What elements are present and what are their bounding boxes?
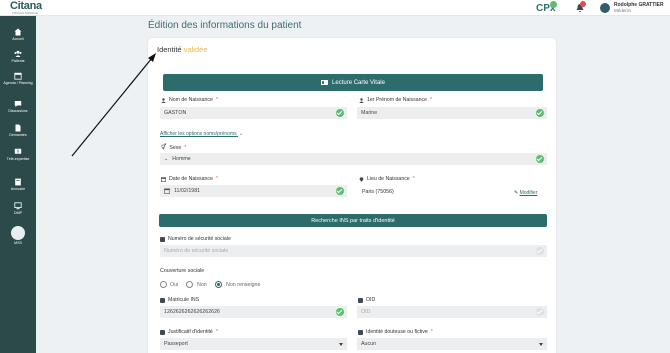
justificatif-select[interactable]: Passeport <box>160 338 347 350</box>
notification-badge <box>580 1 586 7</box>
sidebar-item-label: Demandes <box>9 133 27 137</box>
date-naissance-label: Date de Naissance * <box>161 176 218 182</box>
id-card-icon <box>358 329 363 335</box>
calendar-icon <box>164 188 170 194</box>
sidebar-item-demandes[interactable]: Demandes <box>0 124 36 137</box>
dmp-icon <box>14 202 22 210</box>
matricule-field[interactable]: 1262626262626262626 <box>160 306 347 318</box>
calendar-icon <box>14 72 22 80</box>
page-title: Édition des informations du patient <box>148 20 302 31</box>
avatar[interactable] <box>600 3 610 13</box>
sidebar-item-label: Discussions <box>8 109 28 113</box>
radio-oui[interactable] <box>160 281 167 288</box>
chevron-down-icon: ⌄ <box>164 156 169 162</box>
chat-icon <box>14 101 22 107</box>
logo-subtitle: FRANCE MEDICAL <box>12 11 39 15</box>
user-icon <box>161 97 166 103</box>
caret-down-icon <box>339 343 343 346</box>
sidebar-item-agenda[interactable]: Agenda / Planning <box>0 72 36 85</box>
sidebar-item-mss[interactable]: MSS <box>0 226 36 245</box>
sidebar-item-label: DMP <box>14 211 22 215</box>
check-icon <box>536 109 544 117</box>
card-title-label: Identité <box>157 45 182 54</box>
prenom-field[interactable]: Marine <box>357 107 547 119</box>
options-noms-link[interactable]: Afficher les options noms/prénoms ⌄ <box>160 131 243 137</box>
sidebar-item-label: Accueil <box>12 37 24 41</box>
sidebar-item-discussions[interactable]: Discussions <box>0 100 36 113</box>
sexe-select[interactable]: ⌄ Homme <box>160 153 547 165</box>
card-icon <box>321 80 329 85</box>
justificatif-label: Justificatif d'identité * <box>160 329 218 335</box>
book-icon <box>15 178 21 186</box>
button-label: Lecture Carte Vitale <box>332 79 385 86</box>
users-icon <box>14 50 22 57</box>
prenom-label: 1er Prénom de Naissance * <box>359 97 432 103</box>
document-icon <box>15 124 21 132</box>
id-card-icon <box>358 297 363 303</box>
check-icon <box>536 308 544 316</box>
radio-non-renseigne-label: Non renseigne <box>226 282 261 288</box>
sidebar-item-label: Patients <box>11 59 25 63</box>
radio-oui-label: Oui <box>170 282 179 288</box>
nom-naissance-label: Nom de Naissance * <box>161 97 218 103</box>
radio-non-renseigne[interactable] <box>215 281 222 288</box>
oid-field[interactable]: OID <box>357 306 547 318</box>
gender-icon: ⚥ <box>161 145 167 151</box>
nom-naissance-field[interactable]: GASTON <box>160 107 347 119</box>
top-bar: Citana FRANCE MEDICAL CPx Rodolphe GRATT… <box>0 0 670 16</box>
check-icon <box>336 308 344 316</box>
identite-douteuse-label: Identité douteuse ou fictive * <box>358 329 433 335</box>
card-title: Identité validée <box>157 45 207 54</box>
sidebar-item-patients[interactable]: Patients <box>0 50 36 63</box>
identite-douteuse-select[interactable]: Aucun <box>357 338 547 350</box>
cpx-status-dot <box>550 1 557 8</box>
sidebar-item-accueil[interactable]: Accueil <box>0 28 36 41</box>
radio-non[interactable] <box>186 281 193 288</box>
lieu-naissance-value: Paris (75056) <box>362 189 394 195</box>
alert-icon <box>14 148 22 154</box>
date-naissance-field[interactable]: 11/02/1981 <box>160 185 347 197</box>
id-card-icon <box>160 329 165 335</box>
check-icon <box>536 155 544 163</box>
radio-non-label: Non <box>197 282 207 288</box>
check-icon <box>336 109 344 117</box>
status-badge: validée <box>183 45 208 54</box>
sidebar: Accueil Patients Agenda / Planning Discu… <box>0 16 36 353</box>
user-role: Médecin <box>614 8 632 13</box>
caret-down-icon <box>539 343 543 346</box>
pencil-icon: ✎ <box>514 190 519 196</box>
oid-label: OID <box>358 297 375 303</box>
check-icon <box>336 187 344 195</box>
sidebar-item-dmp[interactable]: DMP <box>0 202 36 215</box>
chevron-down-icon: ⌄ <box>239 131 244 137</box>
secu-label: Numéro de sécurité sociale <box>160 236 231 242</box>
sidebar-item-annuaire[interactable]: Annuaire <box>0 178 36 191</box>
mss-icon <box>11 226 25 240</box>
secu-field[interactable]: Numéro de sécurité sociale <box>160 245 547 257</box>
check-icon <box>536 247 544 255</box>
location-pin-icon <box>359 176 364 182</box>
sidebar-item-label: Agenda / Planning <box>3 81 33 85</box>
modifier-lieu-link[interactable]: ✎ Modifier <box>514 190 537 196</box>
lieu-naissance-label: Lieu de Naissance * <box>359 176 415 182</box>
home-icon <box>14 28 22 36</box>
recherche-ins-button[interactable]: Recherche INS par traits d'identité <box>159 214 547 227</box>
id-card-icon <box>160 297 165 303</box>
sidebar-item-label: MSS <box>14 241 22 245</box>
button-label: Recherche INS par traits d'identité <box>311 217 395 224</box>
sexe-label: ⚥ Sexe * <box>161 144 187 152</box>
id-card-icon <box>160 236 165 242</box>
sidebar-item-label: Télé-expertise <box>6 157 30 161</box>
matricule-label: Matricule INS <box>160 297 199 303</box>
sidebar-item-tele-expertise[interactable]: Télé-expertise <box>0 148 36 161</box>
user-icon <box>359 97 364 103</box>
lecture-carte-vitale-button[interactable]: Lecture Carte Vitale <box>163 74 543 91</box>
couverture-label: Couverture sociale <box>160 268 205 274</box>
calendar-icon <box>161 176 166 182</box>
sidebar-item-label: Annuaire <box>10 187 26 191</box>
